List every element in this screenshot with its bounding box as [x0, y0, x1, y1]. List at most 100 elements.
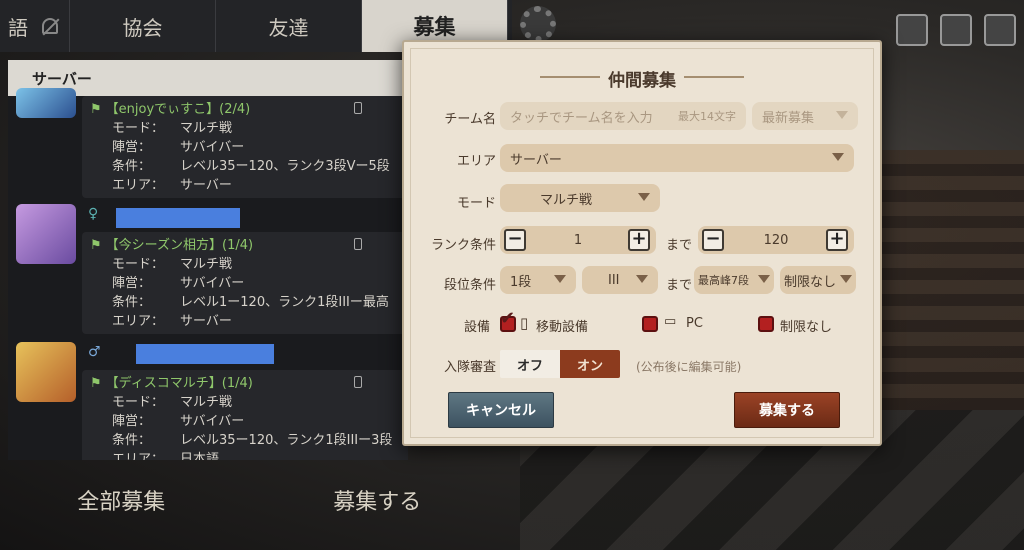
top-right-icons [896, 14, 1016, 46]
recruit-entry[interactable]: ⚑ 【enjoyでぃすこ】(2/4) モード： マルチ戦 陣営： サバイバー 条件： レ… [82, 96, 408, 198]
list-item[interactable]: ♂ ⚑ 【ディスコマルチ】(1/4) モード： マルチ戦 陣営： サバイバー 条件： レ… [16, 342, 408, 460]
mobile-label: 移動設備 [536, 320, 589, 335]
pc-checkbox[interactable] [642, 316, 658, 332]
rank-min-minus-button[interactable]: − [504, 229, 526, 251]
tier-limit-select[interactable]: 制限なし [780, 266, 856, 294]
chevron-down-icon [840, 275, 852, 283]
username-redacted [116, 208, 240, 228]
recruit-list-panel: サーバー ⚑ 【enjoyでぃすこ】(2/4) モード： マルチ戦 陣営： サバイバー… [8, 60, 408, 460]
dialog-title: 仲間募集 [608, 71, 676, 91]
cond-key: 条件： [112, 159, 152, 174]
entry-title: 【今シーズン相方】(1/4) [105, 238, 254, 253]
gear-icon[interactable] [520, 6, 556, 42]
all-recruit-button[interactable]: 全部募集 [0, 470, 243, 530]
no-limit-label: 制限なし [780, 320, 833, 335]
pc-label: PC [686, 316, 703, 331]
team-name-placeholder: タッチでチーム名を入力 [510, 110, 653, 126]
phone-icon [354, 376, 362, 388]
tab-guild[interactable]: 協会 [70, 0, 216, 52]
tier-sub-select[interactable]: III [582, 266, 658, 294]
mode-value: マルチ戦 [180, 121, 233, 136]
chevron-down-icon [636, 275, 648, 283]
flag-icon: ⚑ [90, 238, 102, 253]
chevron-down-icon [836, 111, 848, 119]
latest-recruit-select[interactable]: 最新募集 [752, 102, 858, 130]
flag-icon: ⚑ [90, 376, 102, 391]
tier-max-select[interactable]: 最高峰7段 [694, 266, 774, 294]
camp-value: サバイバー [180, 276, 245, 291]
team-name-input[interactable]: タッチでチーム名を入力 最大14文字 [500, 102, 746, 130]
area-key: エリア： [112, 314, 165, 329]
mail-icon[interactable] [896, 14, 928, 46]
rank-min-plus-button[interactable]: + [628, 229, 650, 251]
mode-label: モード [456, 196, 496, 211]
tier-sub-value: III [608, 272, 620, 288]
gift-icon[interactable] [984, 14, 1016, 46]
tier-min-select[interactable]: 1段 [500, 266, 576, 294]
tier-min-value: 1段 [510, 274, 532, 290]
submit-recruit-button[interactable]: 募集する [734, 392, 840, 428]
chevron-down-icon [832, 153, 844, 161]
device-label: 設備 [464, 320, 491, 335]
tier-to-label: まで [666, 278, 693, 293]
rank-max-minus-button[interactable]: − [702, 229, 724, 251]
mode-select[interactable]: マルチ戦 [500, 184, 660, 212]
list-item[interactable]: ♀ ⚑ 【今シーズン相方】(1/4) モード： マルチ戦 陣営： サバイバー 条件： レ… [16, 204, 408, 336]
list-item[interactable]: ⚑ 【enjoyでぃすこ】(2/4) モード： マルチ戦 陣営： サバイバー 条件： レ… [16, 88, 408, 200]
review-note: (公布後に編集可能) [636, 360, 742, 374]
team-recruit-dialog: 仲間募集 チーム名 タッチでチーム名を入力 最大14文字 最新募集 エリア サー… [402, 40, 882, 446]
area-value: サーバー [180, 314, 232, 329]
chevron-down-icon [554, 275, 566, 283]
rank-to-label: まで [666, 238, 693, 253]
rank-min-value: 1 [573, 232, 583, 248]
background-stairs [874, 150, 1024, 410]
muted-bell-icon[interactable] [42, 18, 58, 34]
phone-icon [354, 238, 362, 250]
area-label: エリア [456, 154, 496, 169]
chevron-down-icon [758, 275, 770, 283]
avatar [16, 88, 76, 118]
review-on-option[interactable]: オン [560, 350, 620, 378]
camp-key: 陣営： [112, 276, 152, 291]
cond-key: 条件： [112, 295, 152, 310]
tier-max-value: 最高峰7段 [698, 274, 749, 287]
recruit-entry[interactable]: ⚑ 【ディスコマルチ】(1/4) モード： マルチ戦 陣営： サバイバー 条件： レベル… [82, 370, 408, 460]
entry-title: 【enjoyでぃすこ】(2/4) [105, 102, 251, 117]
flag-icon: ⚑ [90, 102, 102, 117]
entry-title: 【ディスコマルチ】(1/4) [105, 376, 253, 391]
checkmark-icon: ✔ [500, 308, 516, 329]
camp-key: 陣営： [112, 140, 152, 155]
rank-max-value: 120 [763, 232, 789, 248]
settings-area [520, 6, 556, 42]
mode-key: モード： [112, 121, 165, 136]
review-label: 入隊審査 [443, 360, 496, 375]
area-select-value: サーバー [510, 152, 562, 168]
recruit-button[interactable]: 募集する [243, 470, 512, 530]
mode-select-value: マルチ戦 [540, 192, 593, 208]
area-select[interactable]: サーバー [500, 144, 854, 172]
username-redacted [136, 344, 274, 364]
avatar [16, 342, 76, 402]
title-ornament-right [684, 76, 744, 78]
review-off-option[interactable]: オフ [500, 350, 560, 378]
bottom-bar: 全部募集 募集する [0, 470, 512, 530]
mode-key: モード： [112, 257, 165, 272]
no-limit-checkbox[interactable] [758, 316, 774, 332]
language-tab[interactable]: 語 [0, 0, 70, 52]
rank-label: ランク条件 [430, 238, 496, 253]
rank-max-plus-button[interactable]: + [826, 229, 848, 251]
cond-key: 条件： [112, 433, 152, 448]
phone-icon [354, 102, 362, 114]
area-key: エリア： [112, 178, 165, 193]
mobile-icon: ▯ [520, 314, 529, 332]
recruit-entry[interactable]: ⚑ 【今シーズン相方】(1/4) モード： マルチ戦 陣営： サバイバー 条件： レベル… [82, 232, 408, 334]
review-toggle[interactable]: オフ オン [500, 350, 620, 378]
cond-value: レベル35ー120、ランク3段Vー5段 [180, 159, 390, 174]
mode-value: マルチ戦 [180, 395, 233, 410]
area-value: サーバー [180, 178, 232, 193]
cond-value: レベル1ー120、ランク1段IIIー最高 [180, 295, 389, 310]
photo-icon[interactable] [940, 14, 972, 46]
cancel-button[interactable]: キャンセル [448, 392, 554, 428]
tab-friends[interactable]: 友達 [216, 0, 362, 52]
team-name-label: チーム名 [444, 112, 496, 127]
